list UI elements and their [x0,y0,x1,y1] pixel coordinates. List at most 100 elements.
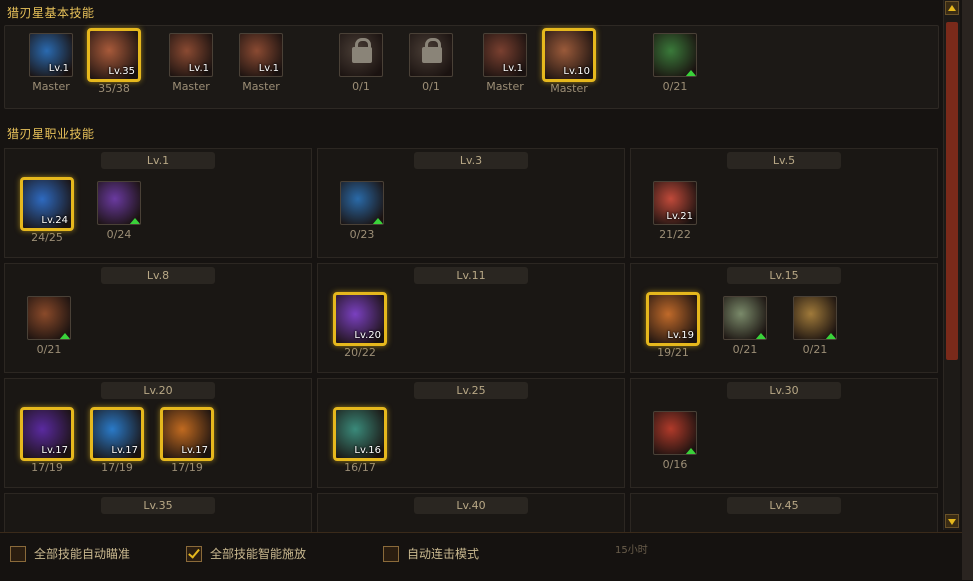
skill-level: Lv.17 [181,445,208,456]
smart-cast-checkbox[interactable]: 全部技能智能施放 [186,545,306,562]
checkbox-box[interactable] [383,545,399,562]
spark-blade-icon[interactable]: Lv.1 [483,33,527,77]
shadow-leap-icon[interactable]: Lv.17 [20,407,74,461]
checkbox-box[interactable] [10,545,26,562]
golden-fan-icon[interactable] [793,296,837,340]
orange-explosion-icon[interactable]: Lv.19 [646,292,700,346]
tier-cell: Lv.45 [630,493,938,533]
skill-slot[interactable]: 0/21 [649,33,701,93]
background-hint-text: 15小时 [615,545,648,556]
auto-combo-checkbox[interactable]: 自动连击模式 [383,545,479,562]
basic-skills-panel: Lv.1 Master Lv.35 35/38 Lv.1 Master Lv.1 Master… [4,25,939,109]
skill-slot[interactable]: Lv.17 17/19 [89,407,145,474]
skill-slot[interactable]: 0/21 [23,296,75,356]
skill-points: Master [172,80,210,93]
skill-points: 0/24 [106,228,132,241]
skill-points: 0/1 [352,80,370,93]
tier-cell: Lv.3 0/23 [317,148,625,258]
crimson-blade-icon[interactable]: Lv.21 [653,181,697,225]
skill-slot[interactable]: Lv.20 20/22 [332,292,388,359]
green-dash-icon[interactable] [653,33,697,77]
skill-points: 0/21 [36,343,62,356]
upgrade-arrow-icon [825,333,836,339]
skill-slot[interactable]: 0/21 [719,296,771,356]
skill-points: 21/22 [659,228,691,241]
checkbox-box[interactable] [186,545,202,562]
skill-slot[interactable]: 0/1 [405,33,457,93]
basic-skills-title: 猎刃星基本技能 [7,6,95,20]
violet-crescent-icon[interactable]: Lv.20 [333,292,387,346]
scroll-up-arrow-icon[interactable] [945,1,959,15]
skill-level: Lv.21 [666,211,693,222]
skill-level: Lv.19 [667,330,694,341]
skill-slot[interactable]: Lv.10 Master [541,28,597,95]
lock-icon[interactable] [409,33,453,77]
auto-aim-label: 全部技能自动瞄准 [34,547,131,561]
flame-burst-icon[interactable] [27,296,71,340]
throwing-dagger-icon[interactable]: Lv.24 [20,177,74,231]
skill-level: Lv.1 [188,63,209,74]
skill-points: Master [486,80,524,93]
tier-label: Lv.5 [727,152,841,169]
spinning-wheel-icon[interactable]: Lv.16 [333,407,387,461]
skill-points: 17/19 [31,461,63,474]
tier-cell: Lv.40 [317,493,625,533]
skill-slot[interactable]: Lv.35 35/38 [86,28,142,95]
warrior-aura-icon[interactable]: Lv.1 [29,33,73,77]
skill-level: Lv.16 [354,445,381,456]
skill-level: Lv.1 [48,63,69,74]
tier-label: Lv.45 [727,497,841,514]
skill-slot[interactable]: Lv.1 Master [165,33,217,93]
tier-label: Lv.30 [727,382,841,399]
tier-cell: Lv.8 0/21 [4,263,312,373]
upgrade-arrow-icon [685,70,696,76]
skill-slot[interactable]: Lv.16 16/17 [332,407,388,474]
scroll-thumb[interactable] [946,22,958,360]
skill-level: Lv.24 [41,215,68,226]
upgrade-arrow-icon [59,333,70,339]
lock-icon[interactable] [339,33,383,77]
azure-slash-icon[interactable]: Lv.17 [90,407,144,461]
purple-palm-icon[interactable] [97,181,141,225]
skill-slot[interactable]: 0/16 [649,411,701,471]
skill-points: 0/1 [422,80,440,93]
skill-slot[interactable]: Lv.17 17/19 [19,407,75,474]
tier-cell: Lv.30 0/16 [630,378,938,488]
class-skills-title: 猎刃星职业技能 [7,127,95,141]
scrollbar[interactable] [943,0,960,530]
skill-points: 24/25 [31,231,63,244]
skill-points: 0/23 [349,228,375,241]
auto-aim-checkbox[interactable]: 全部技能自动瞄准 [10,545,130,562]
skill-slot[interactable]: Lv.1 Master [235,33,287,93]
blue-vortex-icon[interactable] [340,181,384,225]
skill-slot[interactable]: Lv.21 21/22 [649,181,701,241]
slash-strike-icon[interactable]: Lv.35 [87,28,141,82]
skill-slot[interactable]: Lv.17 17/19 [159,407,215,474]
fire-knife-icon[interactable]: Lv.17 [160,407,214,461]
blade-combo-2-icon[interactable]: Lv.1 [239,33,283,77]
blade-combo-icon[interactable]: Lv.1 [169,33,213,77]
tier-cell: Lv.35 [4,493,312,533]
skill-slot[interactable]: 0/24 [93,181,145,241]
skill-slot[interactable]: 0/21 [789,296,841,356]
skill-slot[interactable]: Lv.1 Master [479,33,531,93]
skill-slot[interactable]: Lv.1 Master [25,33,77,93]
skill-level: Lv.1 [258,63,279,74]
silver-spread-icon[interactable] [723,296,767,340]
scroll-down-arrow-icon[interactable] [945,514,959,528]
tier-cell: Lv.1 Lv.24 24/25 0/24 [4,148,312,258]
skill-level: Lv.17 [41,445,68,456]
bronze-claw-icon[interactable]: Lv.10 [542,28,596,82]
red-dagger-rain-icon[interactable] [653,411,697,455]
skill-slot[interactable]: Lv.24 24/25 [19,177,75,244]
side-panel-edge [962,0,973,580]
skill-slot[interactable]: 0/1 [335,33,387,93]
skill-points: 17/19 [171,461,203,474]
tier-label: Lv.11 [414,267,528,284]
skill-slot[interactable]: Lv.19 19/21 [645,292,701,359]
skill-slot[interactable]: 0/23 [336,181,388,241]
tier-cell: Lv.5 Lv.21 21/22 [630,148,938,258]
skill-points: 16/17 [344,461,376,474]
tier-label: Lv.15 [727,267,841,284]
tier-label: Lv.3 [414,152,528,169]
